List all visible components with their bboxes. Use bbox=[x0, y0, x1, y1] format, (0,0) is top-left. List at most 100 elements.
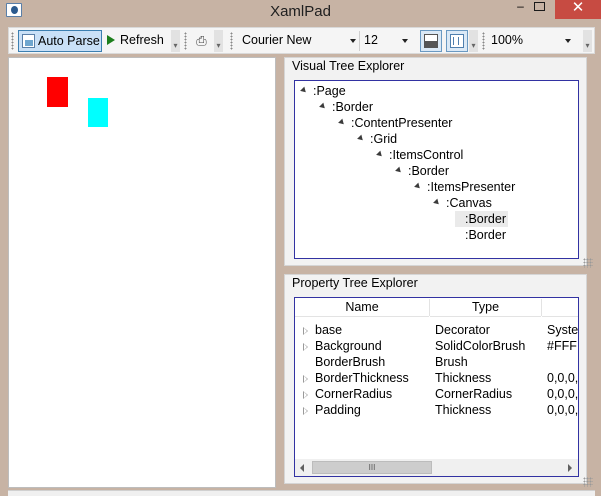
auto-parse-toggle[interactable]: Auto Parse bbox=[18, 30, 102, 52]
tree-node[interactable]: :Canvas bbox=[433, 195, 494, 211]
property-row[interactable]: base Decorator Syste bbox=[295, 322, 578, 338]
collapse-triangle-icon[interactable] bbox=[300, 86, 308, 95]
toolbar: Auto Parse Refresh ▾ ⎙ ▾ Courier New 12 … bbox=[8, 27, 595, 54]
property-row[interactable]: Padding Thickness 0,0,0, bbox=[295, 402, 578, 418]
font-family-select[interactable]: Courier New bbox=[242, 31, 358, 51]
minimize-button[interactable]: – bbox=[512, 0, 529, 19]
property-name-cell: base bbox=[315, 323, 343, 337]
toolbar-grip[interactable] bbox=[11, 32, 14, 50]
property-name-cell: Padding bbox=[315, 403, 361, 417]
tree-node-label: :Grid bbox=[370, 132, 398, 146]
panel-resize-grip[interactable] bbox=[583, 477, 593, 487]
property-tree-explorer: Property Tree Explorer Name Type base Dec… bbox=[284, 274, 587, 484]
font-family-value: Courier New bbox=[242, 33, 312, 47]
property-value-cell: #FFFI bbox=[547, 339, 578, 353]
collapse-triangle-icon[interactable] bbox=[376, 150, 384, 159]
property-grid[interactable]: Name Type base Decorator Syste Background So… bbox=[294, 297, 579, 477]
toolbar-grip[interactable] bbox=[230, 32, 233, 50]
property-row[interactable]: BorderThickness Thickness 0,0,0, bbox=[295, 370, 578, 386]
collapse-triangle-icon[interactable] bbox=[433, 198, 441, 207]
font-size-select[interactable]: 12 bbox=[364, 31, 410, 51]
property-value-cell: 0,0,0, bbox=[547, 387, 578, 401]
dropdown-arrow-icon bbox=[402, 39, 408, 43]
collapse-triangle-icon[interactable] bbox=[319, 102, 327, 111]
expand-arrow-icon[interactable] bbox=[303, 391, 308, 399]
property-tree-title: Property Tree Explorer bbox=[292, 276, 418, 290]
tree-node-label: :ItemsControl bbox=[389, 148, 464, 162]
scroll-right-icon[interactable] bbox=[568, 464, 572, 472]
auto-parse-check-icon bbox=[22, 34, 35, 48]
tree-node-label: :Border bbox=[465, 212, 506, 226]
column-header-name[interactable]: Name bbox=[295, 298, 429, 317]
expand-arrow-icon[interactable] bbox=[303, 407, 308, 415]
scroll-thumb[interactable]: III bbox=[312, 461, 432, 474]
horizontal-scrollbar[interactable]: III bbox=[295, 459, 578, 476]
red-rectangle bbox=[47, 77, 68, 107]
status-bar bbox=[8, 490, 595, 496]
property-name-cell: CornerRadius bbox=[315, 387, 393, 401]
tree-node-label: :ContentPresenter bbox=[351, 116, 453, 130]
print-icon[interactable]: ⎙ bbox=[194, 33, 209, 48]
tree-node[interactable]: :Grid bbox=[357, 131, 399, 147]
expand-arrow-icon[interactable] bbox=[303, 375, 308, 383]
tree-node[interactable]: :Border bbox=[455, 211, 508, 227]
split-view-icon bbox=[424, 34, 438, 48]
collapse-triangle-icon[interactable] bbox=[357, 134, 365, 143]
toolbar-grip[interactable] bbox=[184, 32, 187, 50]
toolbar-overflow-button[interactable]: ▾ bbox=[469, 30, 478, 52]
toolbar-overflow-button[interactable]: ▾ bbox=[583, 30, 592, 52]
property-value-cell: Syste bbox=[547, 323, 578, 337]
scroll-left-icon[interactable] bbox=[300, 464, 304, 472]
visual-tree-explorer: Visual Tree Explorer :Page:Border:Conten… bbox=[284, 57, 587, 266]
tree-node[interactable]: :Border bbox=[455, 227, 508, 243]
tree-node[interactable]: :ItemsControl bbox=[376, 147, 465, 163]
toolbar-separator bbox=[359, 31, 360, 51]
tree-node[interactable]: :ContentPresenter bbox=[338, 115, 454, 131]
zoom-value: 100% bbox=[491, 33, 523, 47]
tree-node[interactable]: :Page bbox=[300, 83, 348, 99]
collapse-triangle-icon[interactable] bbox=[338, 118, 346, 127]
dropdown-arrow-icon bbox=[350, 39, 356, 43]
property-type-cell: Thickness bbox=[435, 371, 492, 385]
toolbar-overflow-button[interactable]: ▾ bbox=[214, 30, 223, 52]
column-header-value bbox=[542, 298, 578, 317]
tree-node-label: :Border bbox=[408, 164, 449, 178]
tree-node-label: :Canvas bbox=[446, 196, 492, 210]
column-header-type[interactable]: Type bbox=[430, 298, 541, 317]
tree-node[interactable]: :Border bbox=[395, 163, 451, 179]
property-value-cell: 0,0,0, bbox=[547, 371, 578, 385]
zoom-select[interactable]: 100% bbox=[491, 31, 573, 51]
visual-tree-title: Visual Tree Explorer bbox=[292, 59, 405, 73]
property-type-cell: CornerRadius bbox=[435, 387, 513, 401]
refresh-label: Refresh bbox=[120, 33, 164, 47]
layout-mode-tree-button[interactable] bbox=[446, 30, 468, 52]
expand-arrow-icon[interactable] bbox=[303, 343, 308, 351]
property-name-cell: BorderBrush bbox=[315, 355, 386, 369]
toolbar-grip[interactable] bbox=[482, 32, 485, 50]
maximize-button[interactable] bbox=[534, 2, 545, 11]
property-row[interactable]: Background SolidColorBrush #FFFI bbox=[295, 338, 578, 354]
layout-mode-split-button[interactable] bbox=[420, 30, 442, 52]
tree-view-icon bbox=[450, 34, 464, 48]
property-type-cell: SolidColorBrush bbox=[435, 339, 526, 353]
dropdown-arrow-icon bbox=[565, 39, 571, 43]
tree-node-label: :Border bbox=[465, 228, 506, 242]
auto-parse-label: Auto Parse bbox=[38, 34, 100, 48]
expand-arrow-icon[interactable] bbox=[303, 327, 308, 335]
toolbar-overflow-button[interactable]: ▾ bbox=[171, 30, 180, 52]
panel-resize-grip[interactable] bbox=[583, 258, 593, 268]
tree-node-label: :Border bbox=[332, 100, 373, 114]
tree-node[interactable]: :Border bbox=[319, 99, 375, 115]
tree-node[interactable]: :ItemsPresenter bbox=[414, 179, 517, 195]
property-name-cell: BorderThickness bbox=[315, 371, 409, 385]
refresh-button[interactable]: Refresh bbox=[105, 30, 164, 52]
property-row[interactable]: CornerRadius CornerRadius 0,0,0, bbox=[295, 386, 578, 402]
property-type-cell: Decorator bbox=[435, 323, 490, 337]
close-button[interactable]: ✕ bbox=[555, 0, 601, 19]
property-row[interactable]: BorderBrush Brush bbox=[295, 354, 578, 370]
visual-tree-view[interactable]: :Page:Border:ContentPresenter:Grid:Items… bbox=[294, 80, 579, 259]
collapse-triangle-icon[interactable] bbox=[395, 166, 403, 175]
collapse-triangle-icon[interactable] bbox=[414, 182, 422, 191]
xaml-preview-canvas[interactable] bbox=[8, 57, 276, 488]
property-type-cell: Thickness bbox=[435, 403, 492, 417]
